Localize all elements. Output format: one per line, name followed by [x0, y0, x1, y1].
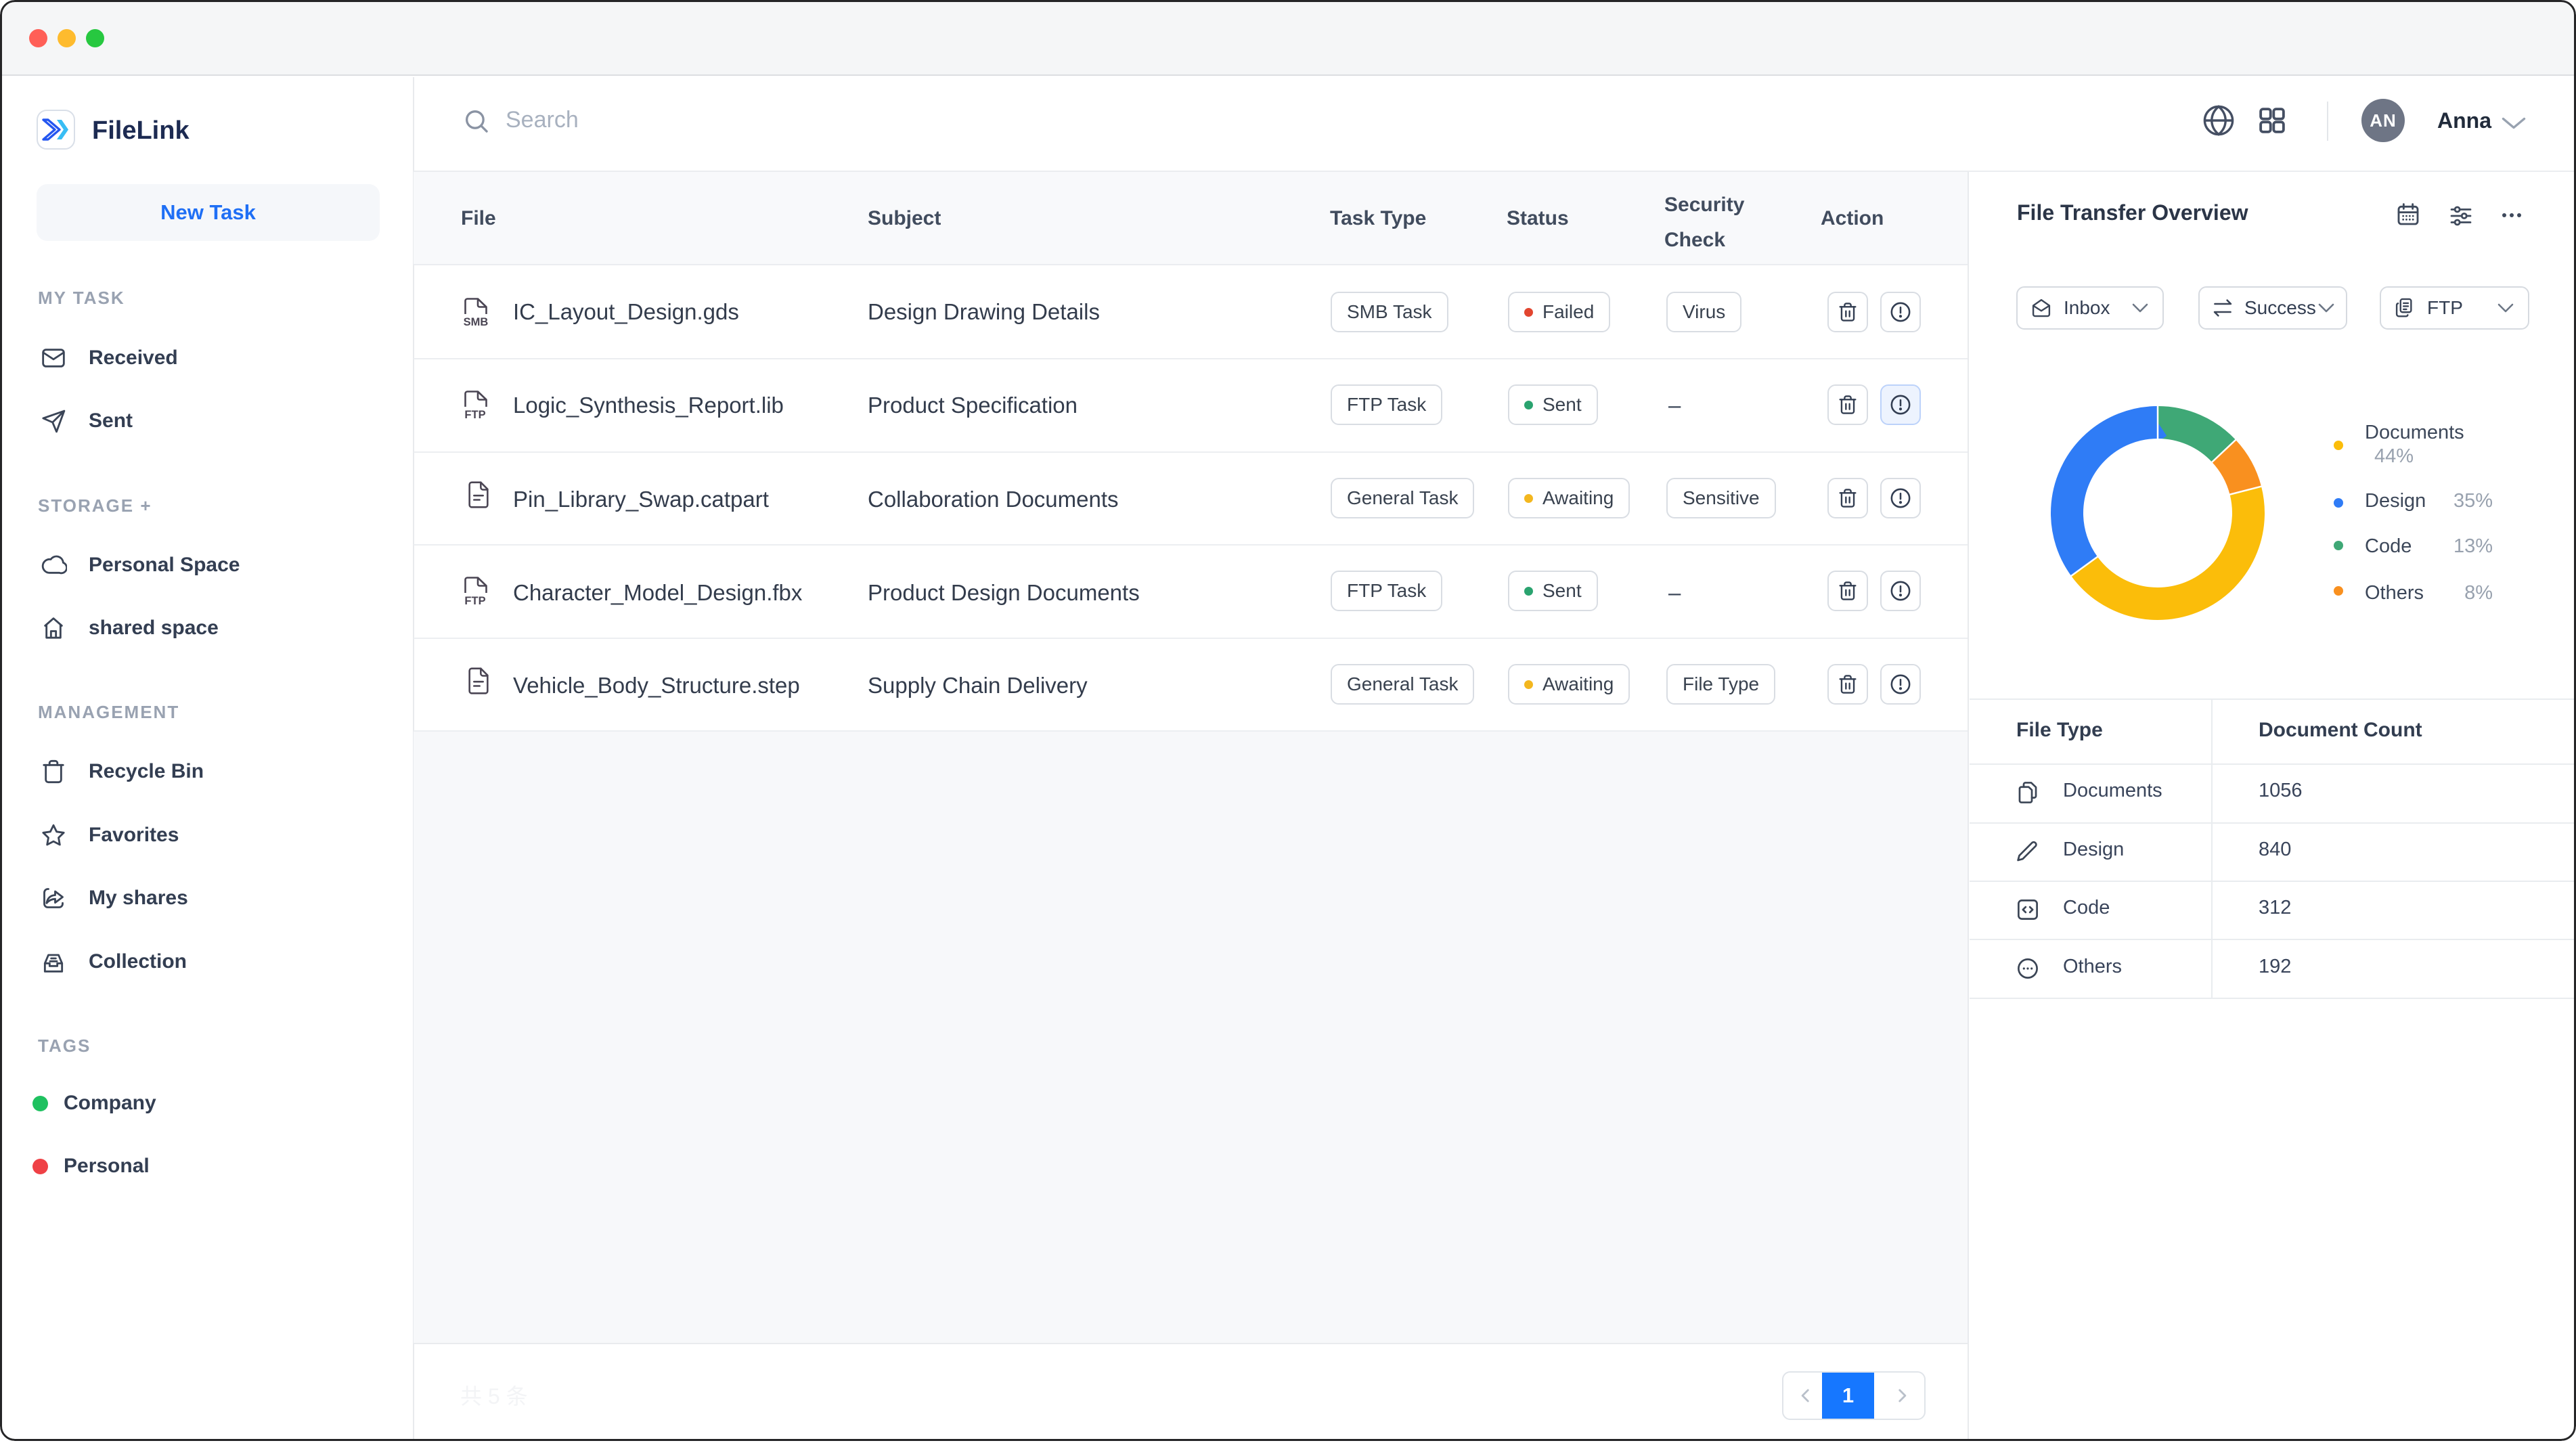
svg-text:FTP: FTP — [464, 409, 485, 420]
svg-text:FTP: FTP — [464, 595, 485, 606]
svg-text:SMB: SMB — [464, 316, 489, 328]
